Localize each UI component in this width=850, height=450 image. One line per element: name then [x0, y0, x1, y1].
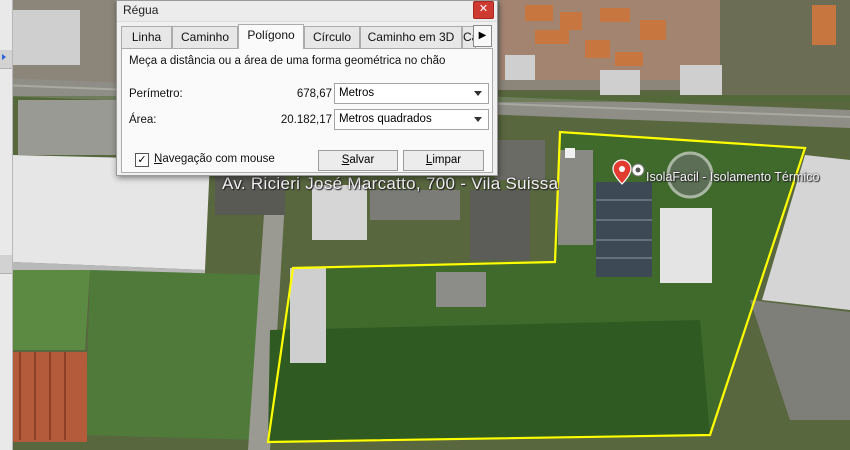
area-label: Área:	[129, 114, 157, 126]
mouse-navigation-checkbox[interactable]: ✓	[135, 153, 149, 167]
perimeter-label: Perímetro:	[129, 88, 183, 100]
place-label[interactable]: IsolaFacil - Isolamento Térmico	[646, 170, 819, 184]
perimeter-unit-value: Metros	[339, 87, 375, 99]
chevron-down-icon	[474, 117, 482, 122]
place-marker-icon	[631, 163, 645, 177]
tab-linha[interactable]: Linha	[121, 26, 172, 48]
perimeter-unit-select[interactable]: Metros	[334, 83, 489, 104]
dialog-title: Régua	[123, 3, 159, 17]
perimeter-value: 678,67	[296, 88, 332, 100]
tab-bar: Linha Caminho Polígono Círculo Caminho e…	[121, 24, 491, 49]
tab-caminho-3d[interactable]: Caminho em 3D	[360, 26, 462, 48]
sidebar-handle[interactable]	[0, 50, 12, 69]
clear-button[interactable]: Limpar	[403, 150, 484, 171]
chevron-right-icon: ▶	[478, 30, 487, 41]
street-label: Av. Ricieri José Marcatto, 700 - Vila Su…	[222, 174, 559, 193]
area-value: 20.182,17	[280, 114, 332, 126]
tool-description: Meça a distância ou a área de uma forma …	[129, 55, 446, 67]
close-icon: ✕	[478, 3, 489, 15]
close-button[interactable]: ✕	[473, 1, 494, 19]
tab-scroll-button[interactable]: ▶	[473, 25, 492, 47]
expand-arrow-icon[interactable]	[2, 54, 6, 60]
dialog-titlebar[interactable]: Régua ✕	[117, 1, 497, 22]
ruler-dialog: Régua ✕ Linha Caminho Polígono Círculo C…	[116, 0, 498, 176]
area-unit-value: Metros quadrados	[339, 113, 432, 125]
area-unit-select[interactable]: Metros quadrados	[334, 109, 489, 130]
save-button-label: alvar	[349, 154, 375, 166]
chevron-down-icon	[474, 91, 482, 96]
tab-circulo[interactable]: Círculo	[304, 26, 360, 48]
sidebar-handle[interactable]	[0, 255, 12, 274]
tab-poligono[interactable]: Polígono	[238, 24, 304, 49]
checkmark-icon: ✓	[137, 154, 147, 166]
polygon-tab-panel: Meça a distância ou a área de uma forma …	[121, 48, 493, 173]
tab-caminho[interactable]: Caminho	[172, 26, 238, 48]
mouse-navigation-label[interactable]: Navegação com mouse	[154, 153, 275, 165]
mouse-navigation-label-text: avegação com mouse	[162, 153, 275, 165]
clear-button-label: impar	[432, 154, 462, 166]
sidebar-edge[interactable]	[0, 0, 13, 450]
save-button[interactable]: Salvar	[318, 150, 398, 171]
